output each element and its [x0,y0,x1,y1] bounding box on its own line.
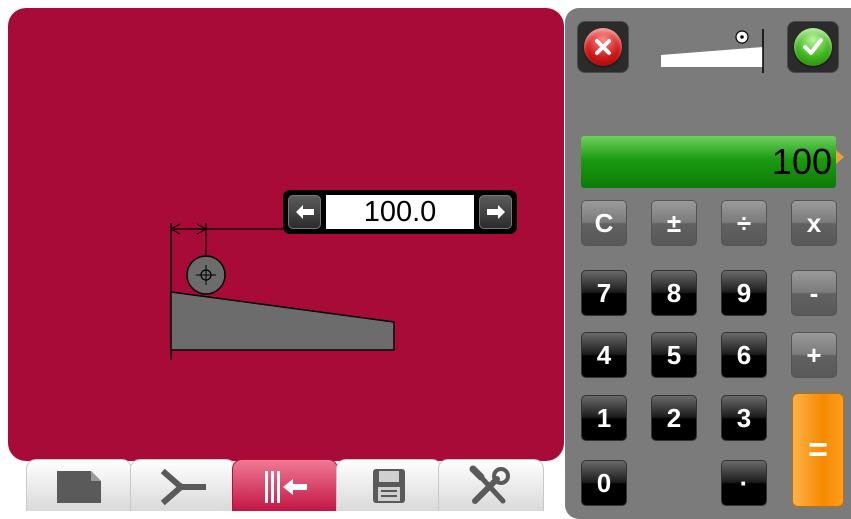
confirm-button[interactable] [787,21,839,73]
checkmark-icon [803,38,823,55]
increase-button[interactable] [479,195,512,229]
key-1[interactable]: 1 [581,395,627,441]
keypad-panel: 100 C ± ÷ x 7 8 9 - 4 5 6 + 1 2 3 0 · = [565,8,851,519]
key-minus[interactable]: - [791,270,837,316]
backgauge-icon [265,470,307,503]
tab-bend-angle[interactable] [130,459,236,511]
sheet-part [170,291,395,351]
key-8[interactable]: 8 [651,270,697,316]
caret-icon [836,150,844,164]
key-decimal[interactable]: · [721,460,767,506]
bend-angle-icon [160,468,206,505]
key-9[interactable]: 9 [721,270,767,316]
tools-icon [469,465,510,504]
bottom-tab-bar [0,459,572,519]
tab-backgauge[interactable] [232,459,338,511]
decrease-button[interactable] [288,195,321,229]
key-plus-minus[interactable]: ± [651,200,697,246]
key-clear[interactable]: C [581,200,627,246]
tab-save[interactable] [336,459,442,511]
key-multiply[interactable]: x [791,200,837,246]
value-display[interactable]: 100 [581,136,844,188]
display-value: 100 [771,141,832,182]
key-plus[interactable]: + [791,332,837,378]
tab-new-file[interactable] [26,459,132,511]
part-preview-icon [661,29,764,73]
dimension-editor: 100.0 [283,190,517,234]
cancel-button[interactable] [577,21,629,73]
key-0[interactable]: 0 [581,460,627,506]
arrow-left-icon [295,205,314,219]
close-icon [595,39,611,55]
dimension-value[interactable]: 100.0 [326,195,474,229]
part-drawing [170,223,395,360]
tab-tools[interactable] [438,459,544,511]
drawing-canvas: 100.0 [8,8,564,461]
key-3[interactable]: 3 [721,395,767,441]
key-divide[interactable]: ÷ [721,200,767,246]
key-2[interactable]: 2 [651,395,697,441]
floppy-disk-icon [373,468,405,503]
key-4[interactable]: 4 [581,332,627,378]
key-5[interactable]: 5 [651,332,697,378]
key-6[interactable]: 6 [721,332,767,378]
arrow-right-icon [486,205,505,219]
document-icon [57,470,101,503]
key-7[interactable]: 7 [581,270,627,316]
key-equals[interactable]: = [792,393,844,507]
